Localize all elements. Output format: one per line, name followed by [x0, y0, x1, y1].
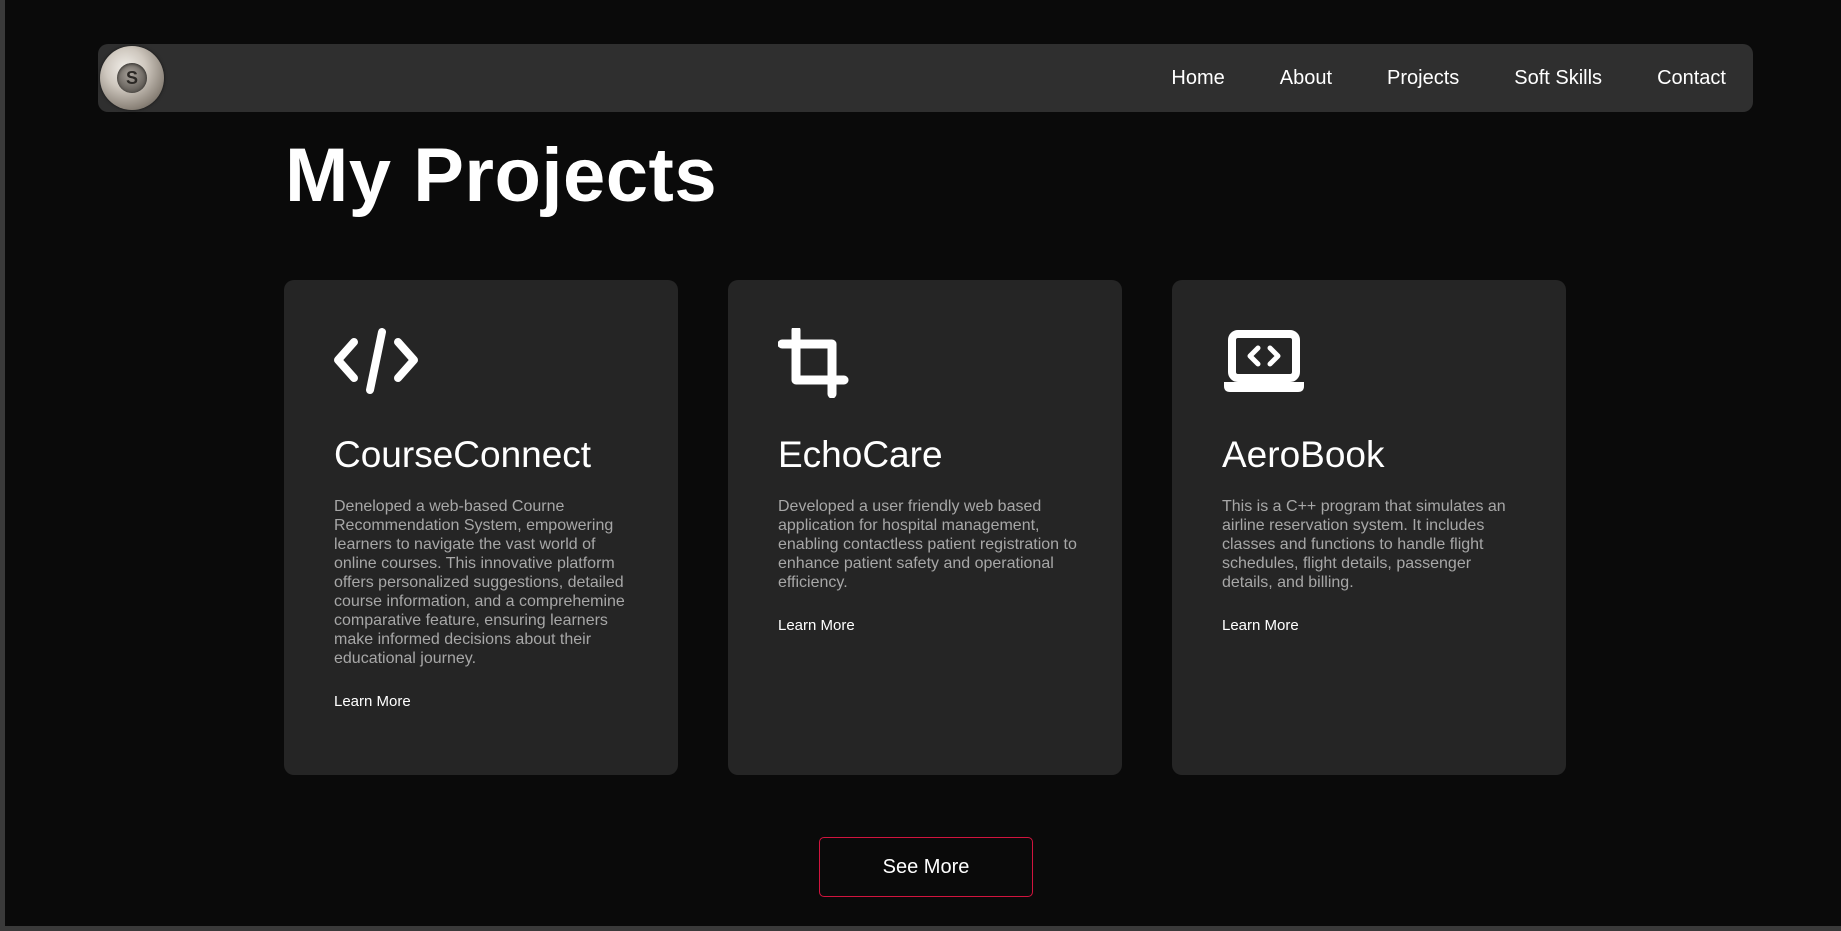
page: S Home About Projects Soft Skills Contac… [5, 0, 1841, 926]
learn-more-link[interactable]: Learn More [778, 617, 855, 634]
learn-more-link[interactable]: Learn More [334, 693, 411, 710]
see-more-button[interactable]: See More [819, 837, 1033, 897]
learn-more-link[interactable]: Learn More [1222, 617, 1299, 634]
project-card-aerobook: AeroBook This is a C++ program that simu… [1172, 280, 1566, 775]
project-title: EchoCare [778, 434, 943, 475]
project-cards: CourseConnect Deneloped a web-based Cour… [284, 280, 1566, 775]
project-card-courseconnect: CourseConnect Deneloped a web-based Cour… [284, 280, 678, 775]
page-title: My Projects [285, 133, 718, 218]
project-description: Developed a user friendly web based appl… [778, 498, 1077, 591]
nav-links: Home About Projects Soft Skills Contact [1171, 44, 1726, 112]
nav-link-soft-skills[interactable]: Soft Skills [1514, 67, 1602, 90]
nav-link-about[interactable]: About [1280, 67, 1332, 90]
code-icon [334, 328, 418, 394]
navbar: S Home About Projects Soft Skills Contac… [98, 44, 1753, 112]
nav-link-contact[interactable]: Contact [1657, 67, 1726, 90]
project-card-echocare: EchoCare Developed a user friendly web b… [728, 280, 1122, 775]
nav-link-home[interactable]: Home [1171, 67, 1224, 90]
project-title: AeroBook [1222, 434, 1385, 475]
project-description: This is a C++ program that simulates an … [1222, 498, 1506, 591]
logo-mark: S [117, 63, 147, 93]
project-description: Deneloped a web-based Courne Recommendat… [334, 498, 625, 667]
nav-link-projects[interactable]: Projects [1387, 67, 1459, 90]
logo[interactable]: S [100, 46, 164, 110]
project-title: CourseConnect [334, 434, 592, 475]
crop-icon [778, 328, 849, 398]
laptop-code-icon [1224, 330, 1304, 392]
